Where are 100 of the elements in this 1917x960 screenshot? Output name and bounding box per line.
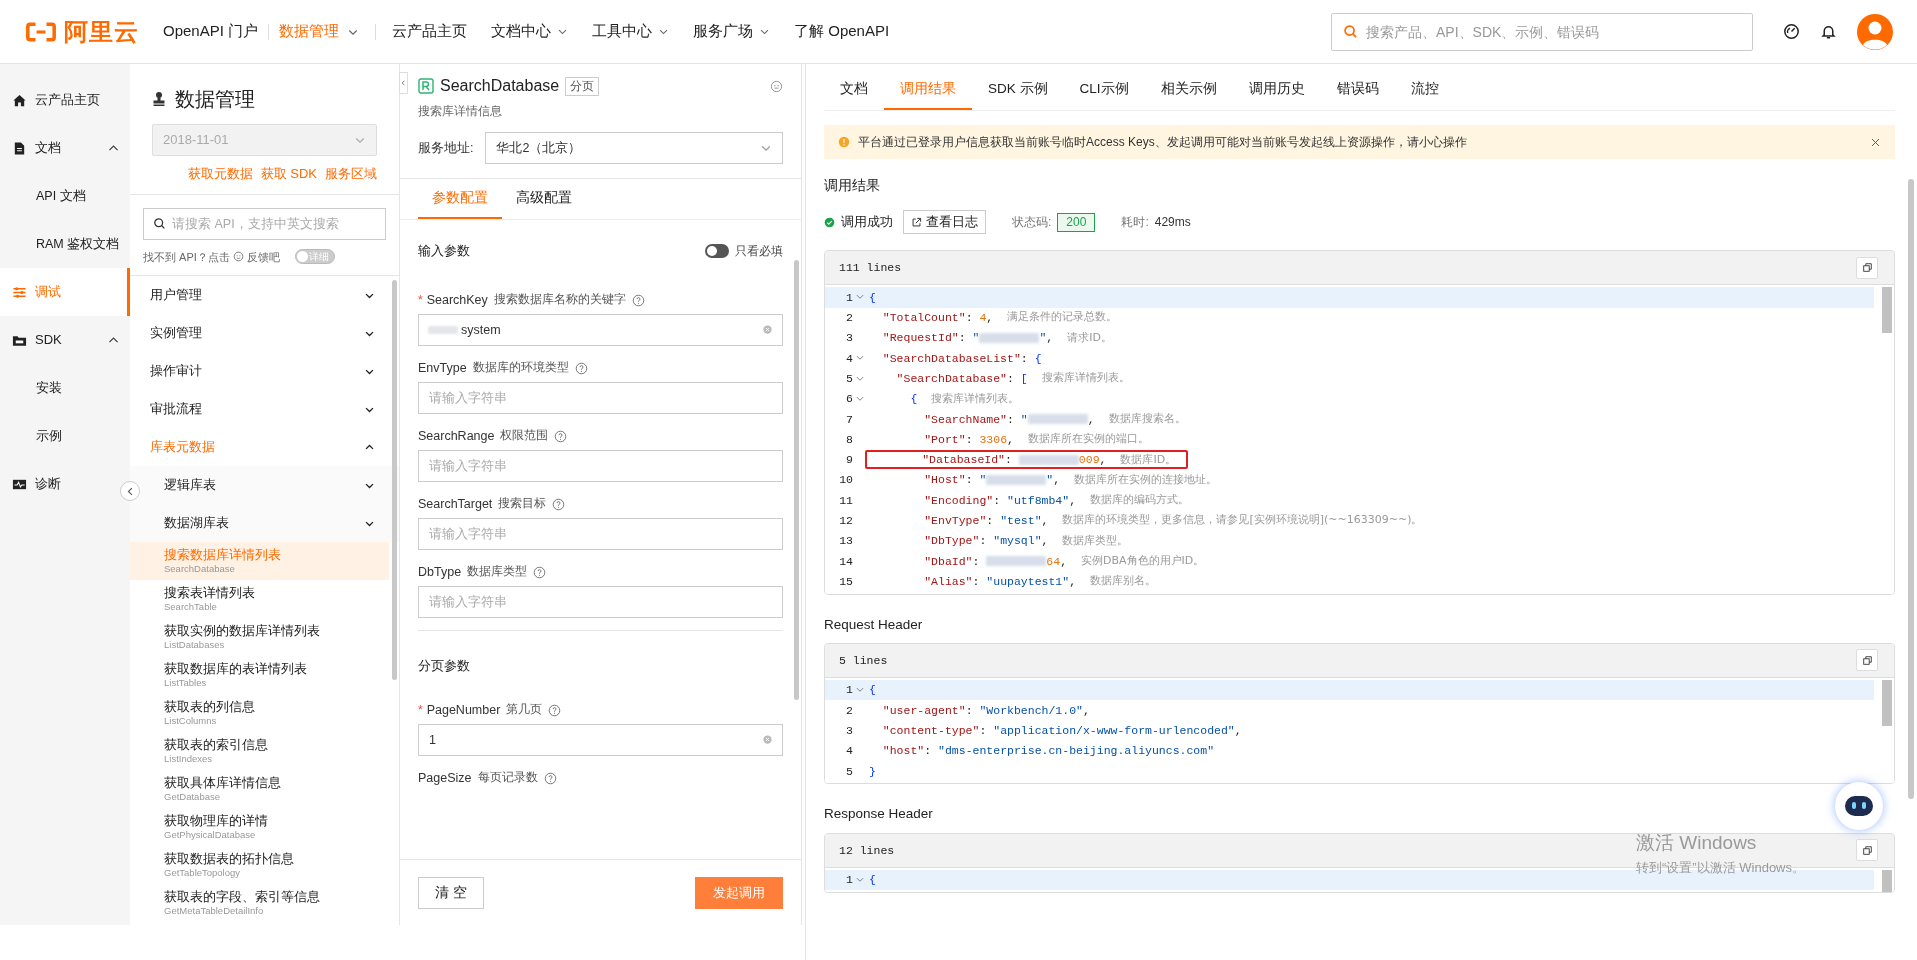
code-comment: 数据库所在实例的连接地址。 [1074, 471, 1218, 488]
external-link-icon [911, 216, 922, 228]
nav-item[interactable]: 诊断 [0, 460, 130, 508]
nav-item[interactable]: 云产品主页 [0, 76, 130, 124]
os-notice-title: 激活 Windows [1636, 831, 1758, 855]
code-token: , [1053, 472, 1061, 489]
code-token: : [979, 533, 988, 550]
input-field[interactable]: 请输入字符串 [418, 450, 783, 482]
hint-text: 找不到 API？点击 [143, 249, 230, 265]
field-description: 数据库的环境类型 [472, 360, 569, 376]
tab[interactable]: 调用历史 [1232, 70, 1321, 110]
nav-subitem[interactable]: 安装 [0, 364, 130, 412]
code-token: "RequestId" [881, 330, 959, 347]
close-icon[interactable] [1870, 136, 1881, 148]
smiley-icon[interactable] [770, 79, 783, 93]
toggle-switch[interactable] [705, 244, 729, 258]
field-description: 第几页 [506, 702, 543, 718]
code-token: , [1069, 573, 1077, 590]
code-token: , [1087, 411, 1095, 428]
logo-icon [24, 20, 58, 43]
tab[interactable]: 高级配置 [502, 179, 586, 219]
nav-item[interactable]: SDK [0, 316, 130, 364]
api-description: 搜索库详情信息 [418, 103, 503, 120]
tree-group[interactable]: 操作审计 [130, 352, 399, 390]
code-token: 64 [1046, 553, 1061, 570]
tree-group[interactable]: 用户管理 [130, 276, 399, 314]
code-token: : [993, 492, 1002, 509]
nav-item[interactable]: 文档 [0, 124, 130, 172]
section-title: 分页参数 [418, 658, 470, 676]
gauge-icon[interactable] [1783, 23, 1800, 40]
assistant-button[interactable] [1835, 782, 1883, 830]
avatar-icon[interactable] [1857, 13, 1893, 50]
tab[interactable]: 文档 [824, 70, 884, 110]
api-item[interactable]: 获取具体库详情信息 GetDatabase [130, 770, 389, 808]
tab[interactable]: SDK 示例 [972, 70, 1064, 110]
code-token: { [909, 391, 918, 408]
nav-link[interactable]: 工具中心 [592, 20, 670, 43]
line-number: 15 [838, 573, 853, 590]
feedback-link[interactable]: 反馈吧 [246, 248, 280, 265]
input-field[interactable]: 请输入字符串 [418, 518, 783, 550]
collapse-button[interactable] [120, 481, 140, 501]
region-select[interactable]: 华北2（北京） [485, 132, 783, 164]
api-item[interactable]: 获取表的列信息 ListColumns [130, 694, 389, 732]
tree-group[interactable]: 审批流程 [130, 390, 399, 428]
code-token: "dms-enterprise.cn-beijing.aliyuncs.com" [938, 743, 1215, 760]
nav-link[interactable]: 文档中心 [491, 20, 569, 43]
code-token: , [1041, 533, 1049, 550]
clear-icon[interactable] [762, 324, 773, 335]
field-label: SearchRange [418, 427, 495, 445]
nav-link[interactable]: 云产品主页 [392, 20, 468, 43]
tree-group[interactable]: 数据湖库表 [130, 504, 399, 542]
api-item[interactable]: 获取物理库的详情 GetPhysicalDatabase [130, 808, 389, 846]
field-description: 搜索目标 [498, 496, 547, 512]
bell-icon[interactable] [1820, 23, 1837, 40]
code-token: " [1020, 411, 1028, 428]
nav-link[interactable]: 服务广场 [693, 20, 771, 43]
code-token: : [986, 513, 995, 530]
code-comment: 搜索库详情列表。 [1041, 370, 1130, 387]
line-number: 7 [845, 411, 853, 428]
field-description: 每页记录数 [477, 770, 538, 786]
line-number: 4 [845, 743, 853, 760]
copy-button[interactable] [1856, 649, 1878, 672]
field-label: PageSize [418, 769, 472, 787]
tab[interactable]: 相关示例 [1144, 70, 1233, 110]
input-field[interactable]: 请输入字符串 [418, 586, 783, 618]
tree-group[interactable]: 实例管理 [130, 314, 399, 352]
log-button[interactable]: 查看日志 [903, 210, 986, 235]
search-field[interactable]: 请搜索 API，支持中英文搜索 [143, 207, 386, 240]
input-field[interactable]: system [418, 314, 783, 346]
api-badge-icon [418, 78, 434, 94]
api-item[interactable]: 获取表的字段、索引等信息 GetMetaTableDetailInfo [130, 884, 389, 922]
api-item[interactable]: 搜索表详情列表 SearchTable [130, 580, 389, 618]
api-item[interactable]: 获取表的索引信息 ListIndexes [130, 732, 389, 770]
tree-group[interactable]: 逻辑库表 [130, 466, 399, 504]
input-field[interactable]: 请输入字符串 [418, 382, 783, 414]
api-item[interactable]: 获取实例的数据库详情列表 ListDatabases [130, 618, 389, 656]
clear-button[interactable]: 清 空 [418, 876, 484, 909]
code-token: "DatabaseId" [921, 452, 1006, 469]
line-number: 2 [845, 702, 853, 719]
copy-button[interactable] [1856, 256, 1878, 279]
search-field[interactable]: 搜索产品、API、SDK、示例、错误码 [1331, 12, 1753, 51]
code-token: , [1041, 513, 1049, 530]
redacted-mark [1018, 454, 1079, 465]
api-item[interactable]: 获取数据表的拓扑信息 GetTableTopology [130, 846, 389, 884]
nav-subitem[interactable]: 示例 [0, 412, 130, 460]
tab[interactable]: CLI示例 [1063, 70, 1145, 110]
copy-button[interactable] [1856, 839, 1878, 862]
help-icon [548, 703, 562, 717]
nav-link[interactable]: 了解 OpenAPI [794, 20, 890, 43]
help-icon [574, 361, 588, 375]
nav-subitem[interactable]: RAM 鉴权文档 [0, 220, 130, 268]
code-token: 3306 [979, 431, 1008, 448]
api-item[interactable]: 获取数据库的表详情列表 ListTables [130, 656, 389, 694]
clear-icon[interactable] [762, 734, 773, 745]
input-field[interactable]: 1 [418, 724, 783, 756]
tab[interactable]: 流控 [1394, 70, 1455, 110]
code-token: 009 [1078, 452, 1100, 469]
required-mark: * [418, 292, 423, 309]
nav-subitem[interactable]: API 文档 [0, 172, 130, 220]
tab[interactable]: 错误码 [1320, 70, 1395, 110]
